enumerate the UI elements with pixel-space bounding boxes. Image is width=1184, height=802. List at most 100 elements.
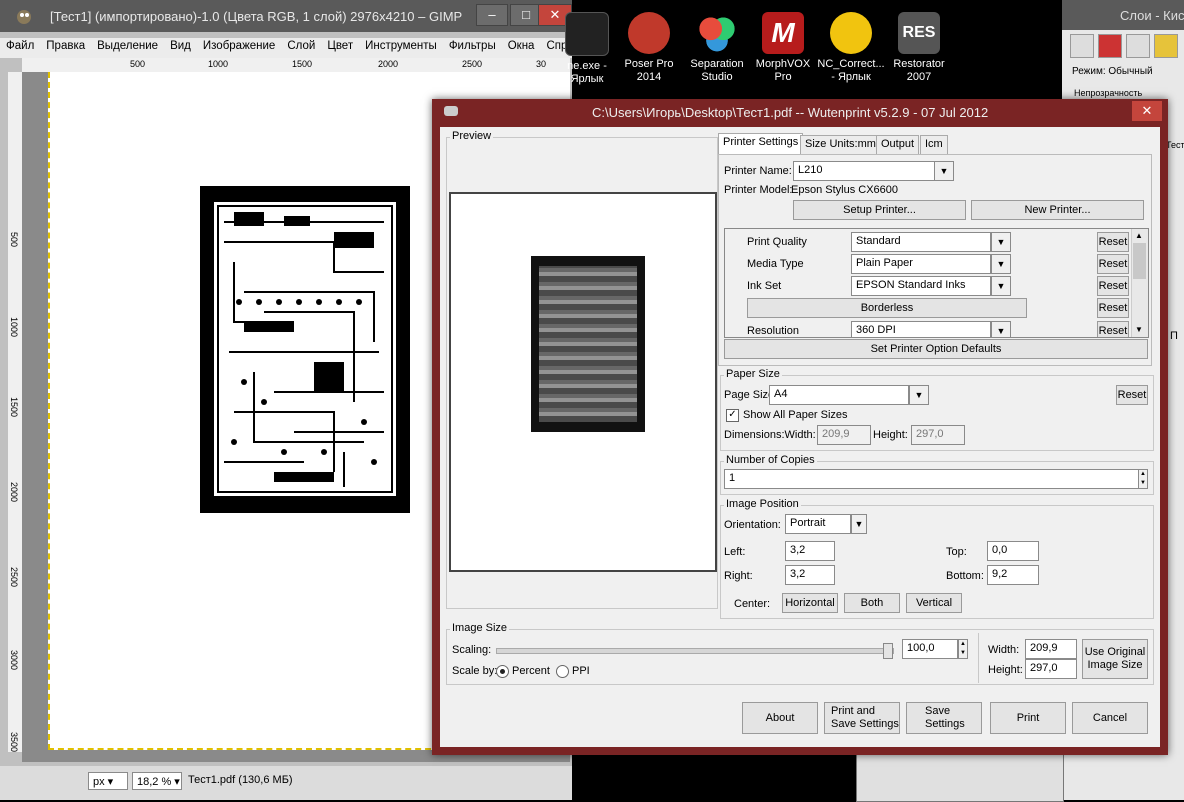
printer-model-value: Epson Stylus CX6600 <box>791 184 899 196</box>
channels-icon[interactable] <box>1098 34 1122 58</box>
slider-handle[interactable] <box>883 643 893 659</box>
chevron-down-icon[interactable]: ▼ <box>1135 325 1143 334</box>
image-width-field[interactable]: 209,9 <box>1025 639 1077 659</box>
scaling-input[interactable]: 100,0 <box>902 639 958 659</box>
desktop-icon-nc-correct[interactable]: NC_Correct... - Ярлык <box>816 12 886 84</box>
ruler-tick: 500 <box>9 232 19 248</box>
print-button[interactable]: Print <box>990 702 1066 734</box>
desktop-icon-label: MorphVOX Pro <box>755 58 811 83</box>
dialog-client: Preview Printer Settings Size Units:mm O… <box>440 127 1160 747</box>
media-type-select[interactable]: Plain Paper <box>851 254 991 274</box>
desktop-icon-restorator[interactable]: RES Restorator 2007 <box>884 12 954 84</box>
minimize-icon[interactable]: – <box>476 4 508 26</box>
menu-color[interactable]: Цвет <box>321 38 359 58</box>
tab-icm[interactable]: Icm <box>920 135 948 154</box>
right-margin-field[interactable]: 3,2 <box>785 565 835 585</box>
chevron-down-icon[interactable]: ▼ <box>991 254 1011 274</box>
setup-printer-button[interactable]: Setup Printer... <box>793 200 966 220</box>
reset-button[interactable]: Reset <box>1097 232 1129 252</box>
set-defaults-button[interactable]: Set Printer Option Defaults <box>724 339 1148 359</box>
app-icon <box>565 12 609 56</box>
new-printer-button[interactable]: New Printer... <box>971 200 1144 220</box>
resolution-select[interactable]: 360 DPI <box>851 321 991 337</box>
borderless-toggle[interactable]: Borderless <box>747 298 1027 318</box>
use-original-line2: Image Size <box>1087 659 1143 671</box>
desktop-icon-label: NC_Correct... - Ярлык <box>817 58 885 83</box>
gimp-window-controls: – □ <box>476 4 542 26</box>
cancel-button[interactable]: Cancel <box>1072 702 1148 734</box>
menu-select[interactable]: Выделение <box>91 38 164 58</box>
scaling-label: Scaling: <box>452 644 492 656</box>
tab-printer-settings[interactable]: Printer Settings <box>718 133 804 154</box>
reset-button[interactable]: Reset <box>1097 298 1129 318</box>
center-both-button[interactable]: Both <box>844 593 900 613</box>
desktop-icon-morphvox[interactable]: M MorphVOX Pro <box>748 12 818 84</box>
zoom-select[interactable]: 18,2 % ▾ <box>132 772 182 790</box>
printer-name-select[interactable]: L210 <box>793 161 935 181</box>
scrollbar-thumb[interactable] <box>1133 243 1146 279</box>
print-quality-select[interactable]: Standard <box>851 232 991 252</box>
image-height-field[interactable]: 297,0 <box>1025 659 1077 679</box>
close-icon[interactable]: ✕ <box>1132 101 1162 121</box>
menu-file[interactable]: Файл <box>0 38 40 58</box>
desktop-icon-ne[interactable]: ne.exe - Ярлык <box>552 12 622 86</box>
separation-studio-icon <box>696 12 738 54</box>
layers-icon[interactable] <box>1070 34 1094 58</box>
page-size-select[interactable]: A4 <box>769 385 909 405</box>
center-vertical-button[interactable]: Vertical <box>906 593 962 613</box>
chevron-up-icon[interactable]: ▲ <box>1135 231 1143 240</box>
use-original-size-button[interactable]: Use Original Image Size <box>1082 639 1148 679</box>
menu-edit[interactable]: Правка <box>40 38 91 58</box>
wutenprint-dialog: C:\Users\Игорь\Desktop\Тест1.pdf -- Wute… <box>432 99 1168 755</box>
ruler-tick: 2500 <box>9 567 19 588</box>
menu-view[interactable]: Вид <box>164 38 197 58</box>
tab-output[interactable]: Output <box>876 135 920 154</box>
left-margin-field[interactable]: 3,2 <box>785 541 835 561</box>
about-button[interactable]: About <box>742 702 818 734</box>
unit-select[interactable]: px ▾ <box>88 772 128 790</box>
gimp-menubar: Файл Правка Выделение Вид Изображение Сл… <box>0 38 580 58</box>
reset-button[interactable]: Reset <box>1097 254 1129 274</box>
ruler-tick: 2000 <box>9 482 19 503</box>
chevron-down-icon[interactable]: ▼ <box>991 232 1011 252</box>
menu-layer[interactable]: Слой <box>281 38 321 58</box>
show-all-checkbox[interactable]: ✓ <box>726 409 739 422</box>
ppi-radio[interactable] <box>556 665 569 678</box>
menu-tools[interactable]: Инструменты <box>359 38 443 58</box>
desktop-icon-separation[interactable]: Separation Studio <box>682 12 752 84</box>
chevron-down-icon[interactable]: ▼ <box>851 514 867 534</box>
scaling-slider[interactable] <box>496 643 894 659</box>
image-size-title: Image Size <box>450 622 510 634</box>
print-and-save-button[interactable]: Print and Save Settings <box>824 702 900 734</box>
print-save-line1: Print and <box>831 705 876 717</box>
ink-set-select[interactable]: EPSON Standard Inks <box>851 276 991 296</box>
paths-icon[interactable] <box>1126 34 1150 58</box>
options-scrollbar[interactable]: ▲ ▼ <box>1131 229 1148 337</box>
center-horizontal-button[interactable]: Horizontal <box>782 593 838 613</box>
layers-titlebar[interactable]: Слои - Кис <box>1062 0 1184 30</box>
copies-input[interactable]: 1 <box>724 469 1142 489</box>
preview-title: Preview <box>450 130 494 142</box>
chevron-down-icon[interactable]: ▼ <box>934 161 954 181</box>
save-settings-button[interactable]: Save Settings <box>906 702 982 734</box>
orientation-select[interactable]: Portrait <box>785 514 851 534</box>
paper-reset-button[interactable]: Reset <box>1116 385 1148 405</box>
menu-image[interactable]: Изображение <box>197 38 281 58</box>
chevron-down-icon[interactable]: ▼ <box>909 385 929 405</box>
undo-icon[interactable] <box>1154 34 1178 58</box>
scaling-spinner-icon[interactable]: ▲ ▼ <box>958 639 968 659</box>
chevron-down-icon[interactable]: ▼ <box>991 276 1011 296</box>
ruler-tick: 1000 <box>9 317 19 338</box>
desktop-icon-poser[interactable]: Poser Pro 2014 <box>614 12 684 84</box>
chevron-down-icon[interactable]: ▼ <box>991 321 1011 337</box>
percent-radio[interactable] <box>496 665 509 678</box>
gimp-titlebar[interactable]: [Тест1] (импортировано)-1.0 (Цвета RGB, … <box>0 0 572 32</box>
top-margin-field[interactable]: 0,0 <box>987 541 1039 561</box>
reset-button[interactable]: Reset <box>1097 276 1129 296</box>
copies-spinner-icon[interactable]: ▲ ▼ <box>1138 469 1148 489</box>
bottom-margin-field[interactable]: 9,2 <box>987 565 1039 585</box>
menu-windows[interactable]: Окна <box>502 38 541 58</box>
tab-size-units[interactable]: Size Units:mm <box>800 135 881 154</box>
menu-filters[interactable]: Фильтры <box>443 38 502 58</box>
reset-button[interactable]: Reset <box>1097 321 1129 337</box>
